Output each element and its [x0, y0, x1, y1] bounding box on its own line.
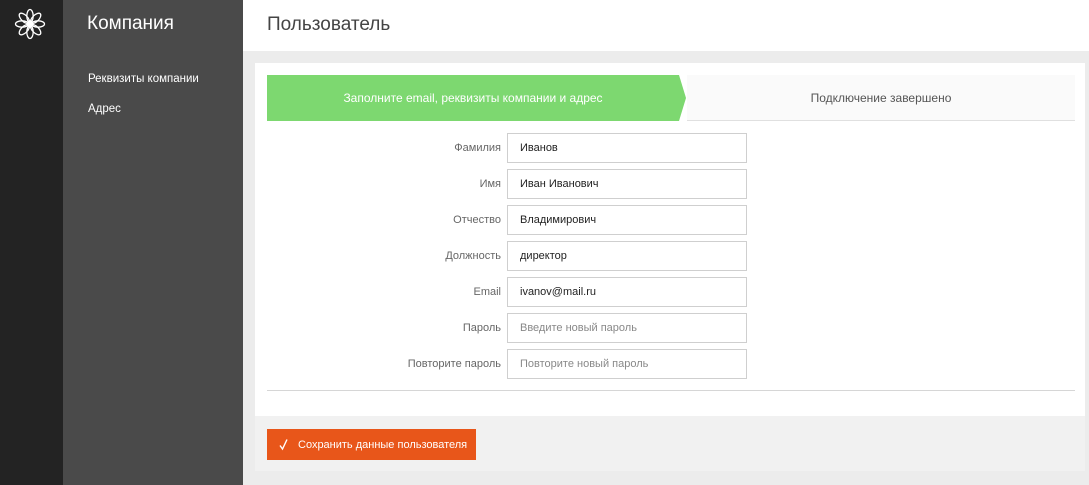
app-rail [0, 0, 63, 485]
form-row-position: Должность [255, 241, 1085, 271]
form-row-repeat-password: Повторите пароль [255, 349, 1085, 379]
check-icon [279, 439, 288, 451]
form-row-patronymic: Отчество [255, 205, 1085, 235]
field-label: Email [473, 286, 501, 298]
first-name-field[interactable] [507, 169, 747, 199]
user-form-card: Заполните email, реквизиты компании и ад… [255, 63, 1085, 471]
step-arrow [679, 75, 686, 121]
password-field[interactable] [507, 313, 747, 343]
field-label: Повторите пароль [407, 358, 501, 370]
sidebar-title: Компания [87, 13, 174, 34]
field-label: Пароль [462, 322, 501, 334]
patronymic-field[interactable] [507, 205, 747, 235]
email-field[interactable] [507, 277, 747, 307]
form-footer: Сохранить данные пользователя [255, 416, 1085, 471]
page-title: Пользователь [267, 14, 391, 35]
page-header: Пользователь [243, 0, 1089, 51]
sidebar-item-company-details[interactable]: Реквизиты компании [88, 73, 199, 85]
position-field[interactable] [507, 241, 747, 271]
progress-steps: Заполните email, реквизиты компании и ад… [267, 75, 1075, 121]
form-row-first-name: Имя [255, 169, 1085, 199]
sidebar: Компания Реквизиты компании Адрес [63, 0, 243, 485]
main-content: Пользователь Заполните email, реквизиты … [243, 0, 1089, 485]
step-fill-details: Заполните email, реквизиты компании и ад… [267, 75, 679, 121]
form-row-email: Email [255, 277, 1085, 307]
field-label: Отчество [453, 214, 501, 226]
repeat-password-field[interactable] [507, 349, 747, 379]
last-name-field[interactable] [507, 133, 747, 163]
form-row-password: Пароль [255, 313, 1085, 343]
field-label: Должность [445, 250, 501, 262]
form-row-last-name: Фамилия [255, 133, 1085, 163]
flower-logo-icon[interactable] [12, 6, 48, 42]
save-user-button[interactable]: Сохранить данные пользователя [267, 429, 476, 460]
field-label: Имя [479, 178, 501, 190]
sidebar-item-address[interactable]: Адрес [88, 103, 121, 115]
step-connection-complete: Подключение завершено [687, 75, 1075, 121]
save-button-label: Сохранить данные пользователя [298, 438, 468, 451]
field-label: Фамилия [454, 142, 501, 154]
form-divider [267, 390, 1075, 391]
